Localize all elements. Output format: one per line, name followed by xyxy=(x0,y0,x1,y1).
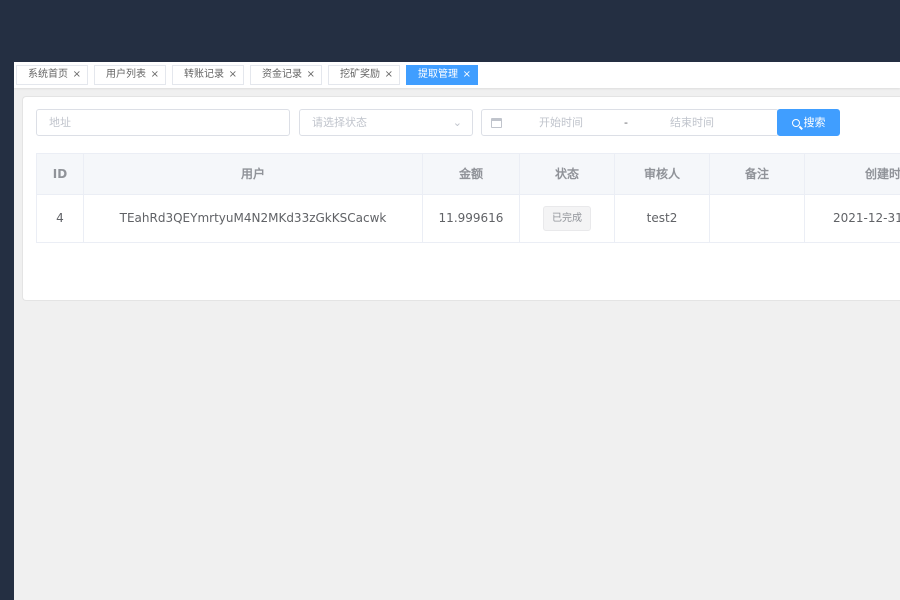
close-icon[interactable]: × xyxy=(307,66,315,84)
tab-label: 转账记录 xyxy=(184,69,224,80)
content-area: 系统首页 × 用户列表 × 转账记录 × 资金记录 × 挖矿奖励 × 提取管理 … xyxy=(14,62,900,600)
column-header-created: 创建时 xyxy=(865,167,900,181)
close-icon[interactable]: × xyxy=(151,66,159,84)
content-card: 地址 请选择状态 ⌄ 开始时间 - 结束时间 搜索 ID 用户 金额 状态 审核… xyxy=(22,96,900,301)
tab-label: 挖矿奖励 xyxy=(340,69,380,80)
column-header-id: ID xyxy=(37,154,84,194)
calendar-icon xyxy=(491,118,502,128)
search-button[interactable]: 搜索 xyxy=(777,109,840,136)
cell-status: 已完成 xyxy=(520,195,615,242)
search-icon xyxy=(791,119,800,127)
tab-label: 提取管理 xyxy=(418,69,458,80)
tab-transfer-records[interactable]: 转账记录 × xyxy=(172,65,244,85)
cell-reviewer: test2 xyxy=(615,195,710,242)
cell-user: TEahRd3QEYmrtyuM4N2MKd33zGkKSCacwk xyxy=(84,195,423,242)
tab-label: 资金记录 xyxy=(262,69,302,80)
column-header-amount: 金额 xyxy=(423,154,520,194)
cell-amount: 11.999616 xyxy=(423,195,520,242)
tab-user-list[interactable]: 用户列表 × xyxy=(94,65,166,85)
close-icon[interactable]: × xyxy=(229,66,237,84)
start-date-placeholder[interactable]: 开始时间 xyxy=(539,110,583,135)
column-header-reviewer: 审核人 xyxy=(615,154,710,194)
top-header xyxy=(0,0,900,62)
tab-mining-rewards[interactable]: 挖矿奖励 × xyxy=(328,65,400,85)
tab-label: 用户列表 xyxy=(106,69,146,80)
tab-withdraw-management[interactable]: 提取管理 × xyxy=(406,65,478,85)
address-input[interactable]: 地址 xyxy=(36,109,290,136)
end-date-placeholder[interactable]: 结束时间 xyxy=(670,110,714,135)
column-header-user: 用户 xyxy=(84,154,423,194)
tags-bar: 系统首页 × 用户列表 × 转账记录 × 资金记录 × 挖矿奖励 × 提取管理 … xyxy=(14,62,900,88)
column-header-status: 状态 xyxy=(520,154,615,194)
close-icon[interactable]: × xyxy=(463,66,471,84)
address-placeholder: 地址 xyxy=(49,116,71,129)
cell-id: 4 xyxy=(37,195,84,242)
close-icon[interactable]: × xyxy=(385,66,393,84)
table-row[interactable]: 4 TEahRd3QEYmrtyuM4N2MKd33zGkKSCacwk 11.… xyxy=(37,195,900,242)
cell-note xyxy=(710,195,805,242)
table-header: ID 用户 金额 状态 审核人 备注 创建时 xyxy=(37,154,900,195)
status-select[interactable]: 请选择状态 ⌄ xyxy=(299,109,473,136)
status-placeholder: 请选择状态 xyxy=(312,116,367,129)
date-separator: - xyxy=(624,116,628,129)
search-button-label: 搜索 xyxy=(803,116,826,129)
withdraw-table: ID 用户 金额 状态 审核人 备注 创建时 4 TEahRd3QEYmrtyu… xyxy=(36,153,900,243)
tab-label: 系统首页 xyxy=(28,69,68,80)
status-badge: 已完成 xyxy=(543,206,591,231)
tab-fund-records[interactable]: 资金记录 × xyxy=(250,65,322,85)
tab-home[interactable]: 系统首页 × xyxy=(16,65,88,85)
chevron-down-icon: ⌄ xyxy=(452,116,462,129)
close-icon[interactable]: × xyxy=(73,66,81,84)
sidebar xyxy=(0,0,14,600)
date-range-picker[interactable]: 开始时间 - 结束时间 xyxy=(481,109,779,136)
cell-created: 2021-12-31 1 xyxy=(833,211,900,225)
column-header-note: 备注 xyxy=(710,154,805,194)
